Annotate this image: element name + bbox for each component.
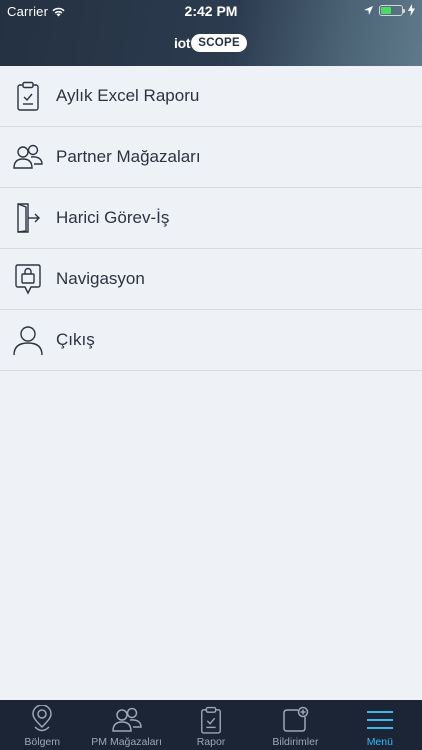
tab-label: Bildirimler	[272, 736, 319, 748]
menu-item-label: Navigasyon	[56, 269, 145, 288]
tab-label: PM Mağazaları	[91, 736, 162, 748]
tab-bolgem[interactable]: Bölgem	[0, 700, 84, 750]
menu-item-monthly-excel-report[interactable]: Aylık Excel Raporu	[0, 66, 422, 127]
users-icon	[111, 704, 143, 736]
logo-prefix: iot	[174, 35, 191, 51]
tab-label: Menü	[366, 736, 393, 748]
tab-label: Rapor	[196, 736, 226, 748]
users-icon	[0, 144, 56, 170]
tab-report[interactable]: Rapor	[169, 700, 253, 750]
tab-bar: Bölgem PM Mağazaları Rapor Bildirimler M…	[0, 700, 422, 750]
menu-item-label: Partner Mağazaları	[56, 147, 201, 166]
tab-pm-stores[interactable]: PM Mağazaları	[84, 700, 168, 750]
menu-item-logout[interactable]: Çıkış	[0, 310, 422, 371]
menu-list: Aylık Excel Raporu Partner Mağazaları Ha…	[0, 66, 422, 371]
hamburger-menu-icon	[366, 704, 394, 736]
clock: 2:42 PM	[184, 3, 238, 19]
tab-label: Bölgem	[24, 736, 60, 748]
menu-item-label: Harici Görev-İş	[56, 208, 170, 227]
location-arrow-icon	[363, 4, 374, 19]
charging-bolt-icon	[408, 4, 415, 19]
menu-item-label: Çıkış	[56, 330, 95, 349]
status-bar: Carrier 2:42 PM	[0, 0, 422, 22]
app-logo: iot SCOPE	[174, 33, 247, 53]
door-exit-icon	[0, 202, 56, 234]
menu-item-external-task[interactable]: Harici Görev-İş	[0, 188, 422, 249]
tab-menu[interactable]: Menü	[338, 700, 422, 750]
notification-icon	[281, 704, 309, 736]
map-pin-icon	[30, 704, 54, 736]
menu-item-navigation[interactable]: Navigasyon	[0, 249, 422, 310]
shopping-bag-pin-icon	[0, 263, 56, 295]
menu-item-label: Aylık Excel Raporu	[56, 86, 200, 105]
battery-icon	[379, 5, 405, 16]
user-icon	[0, 324, 56, 356]
logo-word: SCOPE	[191, 34, 247, 52]
clipboard-check-icon	[0, 81, 56, 111]
menu-item-partner-stores[interactable]: Partner Mağazaları	[0, 127, 422, 188]
clipboard-check-icon	[199, 704, 223, 736]
tab-notifications[interactable]: Bildirimler	[253, 700, 337, 750]
app-header: Carrier 2:42 PM iot SCOPE	[0, 0, 422, 66]
